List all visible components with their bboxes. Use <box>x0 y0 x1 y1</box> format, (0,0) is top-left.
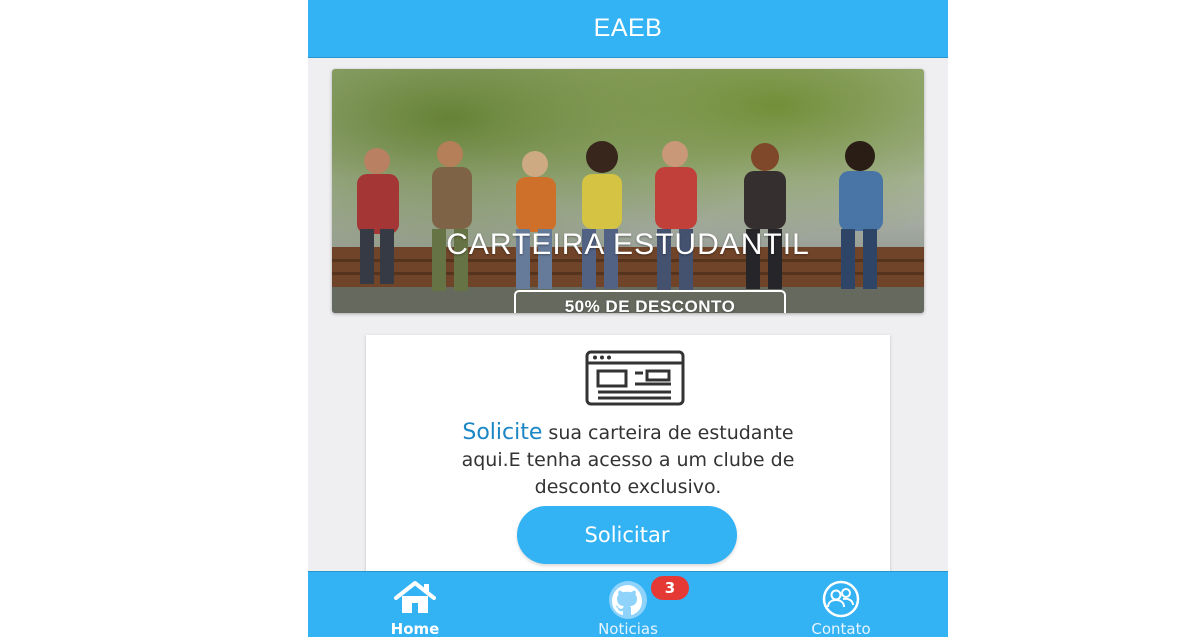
solicitar-button[interactable]: Solicitar <box>517 506 737 564</box>
tab-contato[interactable]: Contato <box>771 572 911 637</box>
request-text-line2: aqui.E tenha acesso a um clube de <box>461 449 795 471</box>
promo-banner[interactable]: CARTEIRA ESTUDANTIL 50% DE DESCONTO <box>332 69 924 313</box>
contacts-icon <box>822 580 860 618</box>
bottom-tab-bar: Home Noticias Contato <box>308 571 948 637</box>
request-text-line3: desconto exclusivo. <box>534 476 722 498</box>
home-icon <box>394 581 436 613</box>
request-text-line1: sua carteira de estudante <box>542 422 794 444</box>
tab-contato-label: Contato <box>811 620 871 637</box>
notification-badge: 3 <box>651 576 689 600</box>
tab-noticias-label: Noticias <box>598 620 658 637</box>
request-highlight: Solicite <box>462 420 543 445</box>
discount-badge-button[interactable]: 50% DE DESCONTO <box>514 290 786 313</box>
banner-photo <box>332 69 924 313</box>
github-icon <box>609 581 647 619</box>
banner-title: CARTEIRA ESTUDANTIL <box>446 228 810 261</box>
tab-home[interactable]: Home <box>345 572 485 637</box>
app-title: EAEB <box>593 14 663 42</box>
document-icon <box>585 350 685 406</box>
request-card: Solicite sua carteira de estudante aqui.… <box>366 335 890 595</box>
tab-home-label: Home <box>390 620 440 637</box>
top-app-bar: EAEB <box>308 0 948 58</box>
request-description: Solicite sua carteira de estudante aqui.… <box>366 419 890 501</box>
app-screen: EAEB CARTEIRA ESTUDANTIL 50% DE DESCONTO… <box>308 0 948 637</box>
